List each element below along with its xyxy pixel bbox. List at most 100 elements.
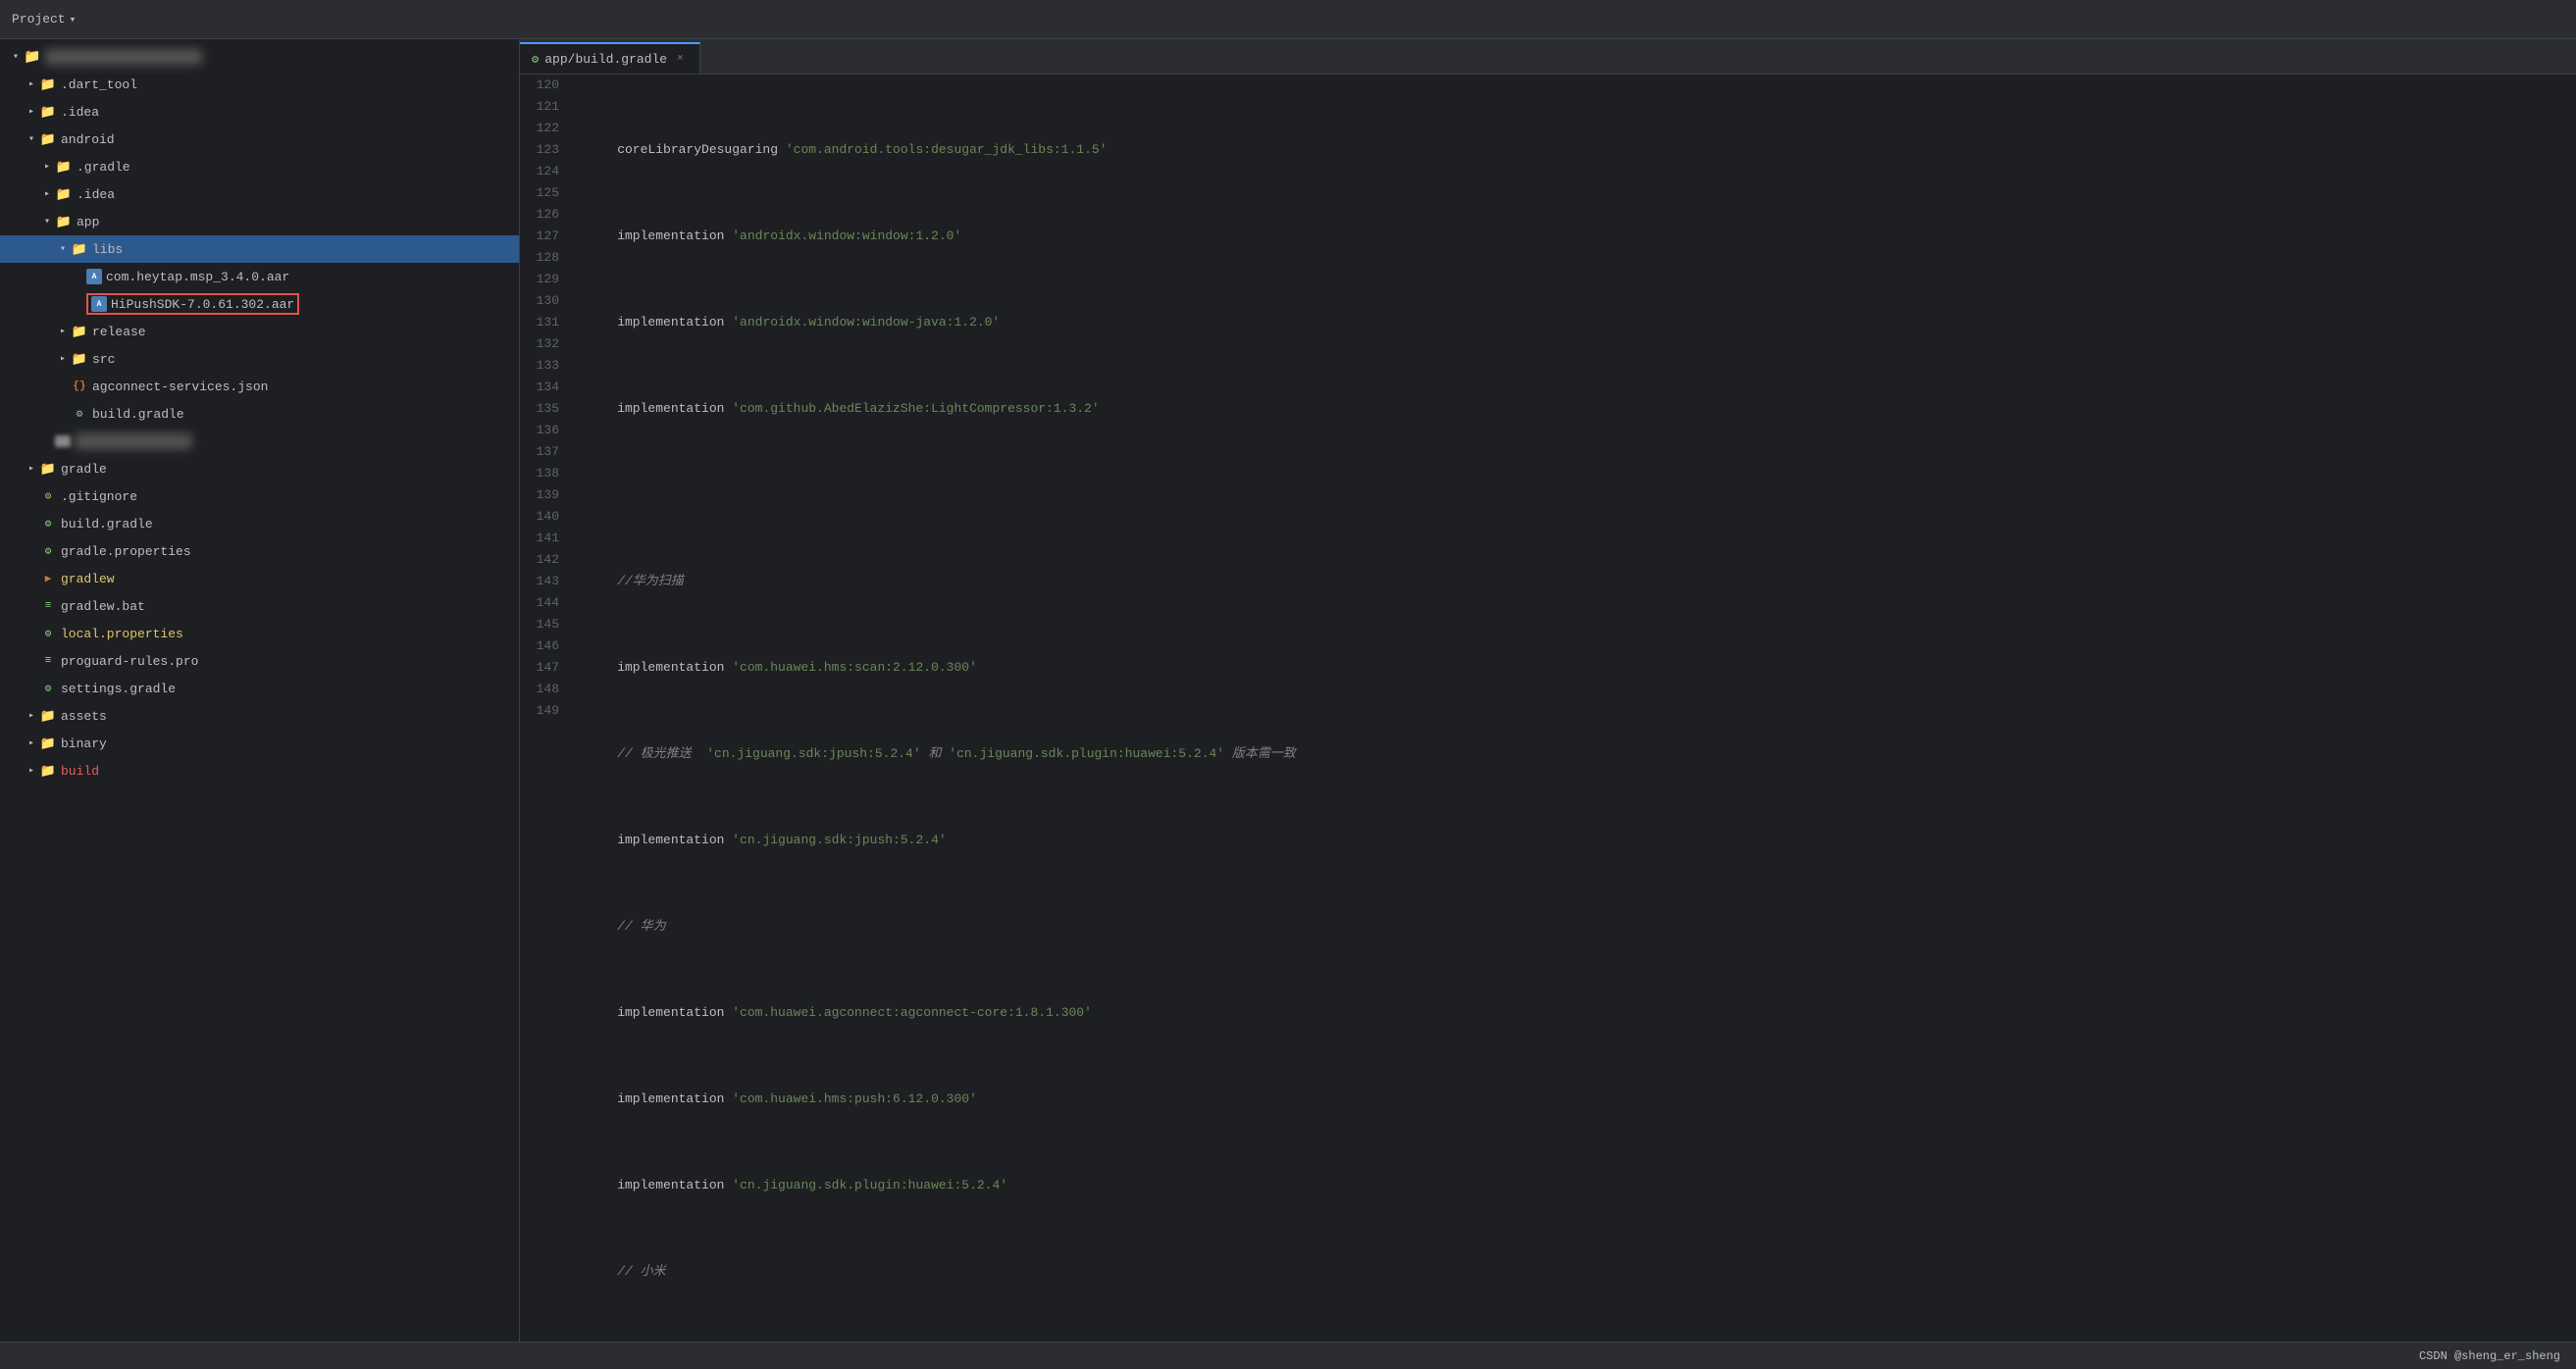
folder-icon: 📁 — [24, 48, 41, 66]
code-comment: // 极光推送 — [587, 743, 706, 765]
sidebar-item-android[interactable]: 📁 android — [0, 126, 519, 153]
code-line-124 — [587, 484, 2576, 506]
code-editor[interactable]: 120 121 122 123 124 125 126 127 128 129 … — [520, 75, 2576, 1342]
ln-141: 141 — [520, 528, 567, 549]
code-string: 'com.huawei.agconnect:agconnect-core:1.8… — [732, 1002, 1092, 1024]
ln-148: 148 — [520, 679, 567, 700]
sidebar-item-heytap-aar[interactable]: A com.heytap.msp_3.4.0.aar — [0, 263, 519, 290]
code-line-133: // 小米 — [587, 1261, 2576, 1283]
sidebar-item-root[interactable]: 📁 — [0, 43, 519, 71]
arrow-icon — [24, 131, 39, 147]
item-label: .idea — [77, 187, 115, 202]
code-line-128: implementation 'cn.jiguang.sdk:jpush:5.2… — [587, 830, 2576, 851]
folder-icon: 📁 — [55, 185, 73, 203]
sidebar-item-build-gradle-app[interactable]: ⚙ build.gradle — [0, 400, 519, 428]
line-numbers: 120 121 122 123 124 125 126 127 128 129 … — [520, 75, 579, 1342]
status-bar: CSDN @sheng_er_sheng — [0, 1342, 2576, 1369]
sidebar-item-gradle[interactable]: 📁 gradle — [0, 455, 519, 482]
folder-icon: 📁 — [39, 130, 57, 148]
item-label: binary — [61, 736, 107, 751]
ln-124: 124 — [520, 161, 567, 182]
sidebar-item-gradlew[interactable]: ▶ gradlew — [0, 565, 519, 592]
item-label: build.gradle — [61, 517, 153, 532]
item-label: com.heytap.msp_3.4.0.aar — [106, 270, 289, 284]
ln-135: 135 — [520, 398, 567, 420]
code-string: 'com.huawei.hms:scan:2.12.0.300' — [732, 657, 977, 679]
item-label: libs — [92, 242, 123, 257]
json-icon: {} — [71, 378, 88, 395]
sidebar-item-gradle-properties[interactable]: ⚙ gradle.properties — [0, 537, 519, 565]
root-label-blurred — [45, 49, 202, 65]
aar-icon: A — [91, 296, 107, 312]
ln-125: 125 — [520, 182, 567, 204]
item-label: .idea — [61, 105, 99, 120]
sidebar-item-local-properties[interactable]: ⚙ local.properties — [0, 620, 519, 647]
code-string: 'cn.jiguang.sdk.plugin:huawei:5.2.4' — [949, 743, 1224, 765]
sidebar-item-gradlew-bat[interactable]: ≡ gradlew.bat — [0, 592, 519, 620]
sidebar-item-hipush-aar[interactable]: A HiPushSDK-7.0.61.302.aar — [0, 290, 519, 318]
sidebar: 📁 📁 .dart_tool 📁 .idea 📁 android 📁 .grad… — [0, 39, 520, 1342]
tab-build-gradle[interactable]: ⚙ app/build.gradle × — [520, 42, 700, 74]
sidebar-item-assets[interactable]: 📁 assets — [0, 702, 519, 730]
gradle-icon: ⚙ — [71, 405, 88, 423]
folder-icon: 📁 — [71, 323, 88, 340]
ln-131: 131 — [520, 312, 567, 333]
item-label: app — [77, 215, 99, 229]
item-label: agconnect-services.json — [92, 380, 268, 394]
sidebar-item-idea[interactable]: 📁 .idea — [0, 98, 519, 126]
code-line-126: implementation 'com.huawei.hms:scan:2.12… — [587, 657, 2576, 679]
sidebar-item-idea2[interactable]: 📁 .idea — [0, 180, 519, 208]
code-line-132: implementation 'cn.jiguang.sdk.plugin:hu… — [587, 1175, 2576, 1196]
item-label: gradlew — [61, 572, 115, 586]
ln-146: 146 — [520, 635, 567, 657]
sidebar-item-libs[interactable]: 📁 libs — [0, 235, 519, 263]
code-line-130: implementation 'com.huawei.agconnect:agc… — [587, 1002, 2576, 1024]
sidebar-item-src[interactable]: 📁 src — [0, 345, 519, 373]
sidebar-item-proguard[interactable]: ≡ proguard-rules.pro — [0, 647, 519, 675]
item-label: gradle — [61, 462, 107, 477]
item-label: release — [92, 325, 146, 339]
project-title[interactable]: Project — [12, 12, 66, 26]
arrow-icon — [24, 735, 39, 751]
sidebar-item-build-gradle[interactable]: ⚙ build.gradle — [0, 510, 519, 537]
sidebar-item-settings-gradle[interactable]: ⚙ settings.gradle — [0, 675, 519, 702]
gradle-bat-icon: ≡ — [39, 597, 57, 615]
sidebar-item-gitignore[interactable]: ⊙ .gitignore — [0, 482, 519, 510]
ln-143: 143 — [520, 571, 567, 592]
ln-149: 149 — [520, 700, 567, 722]
code-string: 'cn.jiguang.sdk:jpush:5.2.4' — [732, 830, 946, 851]
code-text: implementation — [587, 830, 732, 851]
arrow-icon — [24, 76, 39, 92]
code-text — [587, 484, 594, 506]
ln-121: 121 — [520, 96, 567, 118]
folder-icon: 📁 — [55, 158, 73, 176]
code-line-123: implementation 'com.github.AbedElazizShe… — [587, 398, 2576, 420]
sidebar-item-dart-tool[interactable]: 📁 .dart_tool — [0, 71, 519, 98]
tab-close-button[interactable]: × — [673, 51, 688, 67]
folder-icon: 📁 — [39, 735, 57, 752]
sidebar-item-release[interactable]: 📁 release — [0, 318, 519, 345]
ln-126: 126 — [520, 204, 567, 226]
project-dropdown-arrow[interactable]: ▾ — [70, 13, 77, 26]
item-label: proguard-rules.pro — [61, 654, 198, 669]
arrow-icon — [39, 159, 55, 175]
sidebar-item-build[interactable]: 📁 build — [0, 757, 519, 785]
ln-147: 147 — [520, 657, 567, 679]
sidebar-item-binary[interactable]: 📁 binary — [0, 730, 519, 757]
tab-file-icon: ⚙ — [532, 52, 539, 67]
item-label: src — [92, 352, 115, 367]
code-line-120: coreLibraryDesugaring 'com.android.tools… — [587, 139, 2576, 161]
sidebar-item-agconnect-json[interactable]: {} agconnect-services.json — [0, 373, 519, 400]
folder-icon: 📁 — [39, 460, 57, 478]
code-line-121: implementation 'androidx.window:window:1… — [587, 226, 2576, 247]
folder-icon: 📁 — [39, 103, 57, 121]
code-text: implementation — [587, 1002, 732, 1024]
folder-icon: 📁 — [55, 213, 73, 230]
folder-icon: 📁 — [39, 76, 57, 93]
top-bar: Project ▾ — [0, 0, 2576, 39]
sidebar-item-app[interactable]: 📁 app — [0, 208, 519, 235]
sidebar-item-gradle-dir[interactable]: 📁 .gradle — [0, 153, 519, 180]
item-label: gradlew.bat — [61, 599, 145, 614]
main-layout: 📁 📁 .dart_tool 📁 .idea 📁 android 📁 .grad… — [0, 39, 2576, 1342]
sidebar-item-blurred[interactable] — [0, 428, 519, 455]
